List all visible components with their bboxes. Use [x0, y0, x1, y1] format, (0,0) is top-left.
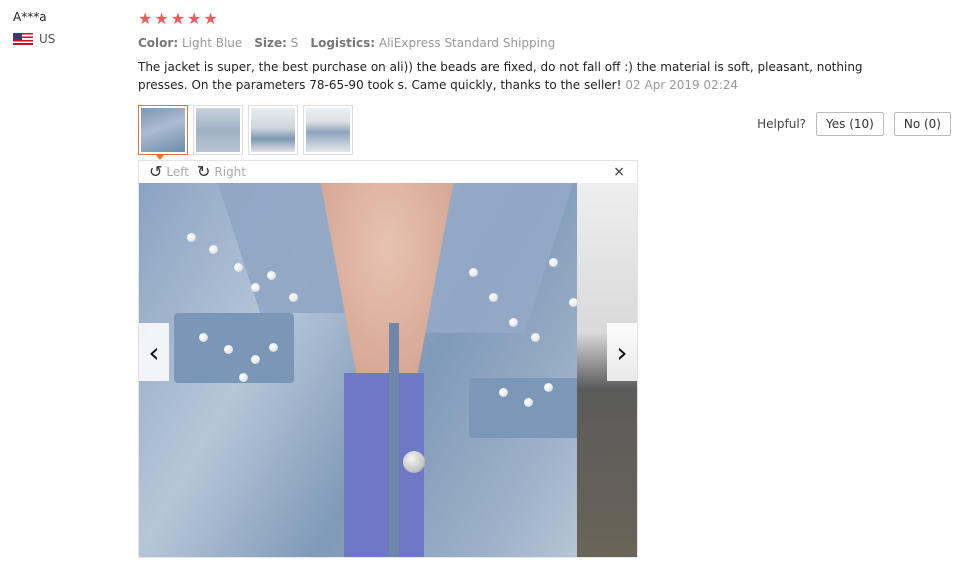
- helpful-yes-button[interactable]: Yes (10): [816, 112, 884, 136]
- order-attributes: Color: Light Blue Size: S Logistics: Ali…: [138, 36, 958, 50]
- helpful-vote: Helpful? Yes (10) No (0): [757, 112, 951, 136]
- country-code: US: [39, 32, 56, 46]
- reviewer-name: A***a: [13, 10, 47, 24]
- rotate-left-icon: ↺: [149, 162, 163, 181]
- reviewer-country: US: [13, 32, 55, 46]
- star-icon: ★: [138, 9, 153, 28]
- thumbnail-3[interactable]: [248, 105, 298, 155]
- helpful-no-button[interactable]: No (0): [893, 112, 951, 136]
- reviewer-info: A***a US: [13, 10, 55, 46]
- close-icon[interactable]: ×: [613, 164, 625, 180]
- rating-stars: ★ ★ ★ ★ ★: [138, 10, 958, 28]
- photo-viewer: ↺ Left ↻ Right × ‹ ›: [138, 160, 638, 558]
- viewer-toolbar: ↺ Left ↻ Right ×: [139, 161, 637, 183]
- helpful-label: Helpful?: [757, 117, 807, 131]
- rotate-right-icon: ↻: [196, 162, 211, 181]
- attr-size: Size: S: [254, 36, 299, 50]
- previous-photo-button[interactable]: ‹: [139, 323, 169, 381]
- us-flag-icon: [13, 33, 33, 45]
- review-body: ★ ★ ★ ★ ★ Color: Light Blue Size: S Logi…: [138, 10, 958, 94]
- review-photo-thumbnails: [138, 105, 353, 155]
- next-photo-button[interactable]: ›: [607, 323, 637, 381]
- rotate-right-button[interactable]: ↻ Right: [197, 164, 246, 180]
- star-icon: ★: [154, 9, 169, 28]
- attr-color: Color: Light Blue: [138, 36, 243, 50]
- thumbnail-2[interactable]: [193, 105, 243, 155]
- thumbnail-4[interactable]: [303, 105, 353, 155]
- review-date: 02 Apr 2019 02:24: [625, 78, 739, 92]
- thumbnail-1[interactable]: [138, 105, 188, 155]
- star-icon: ★: [170, 9, 186, 28]
- review-photo-large: [139, 183, 637, 557]
- review-text: The jacket is super, the best purchase o…: [138, 60, 863, 92]
- star-icon: ★: [203, 9, 218, 28]
- attr-logistics: Logistics: AliExpress Standard Shipping: [310, 36, 556, 50]
- rotate-left-button[interactable]: ↺ Left: [149, 164, 189, 180]
- star-icon: ★: [187, 9, 202, 28]
